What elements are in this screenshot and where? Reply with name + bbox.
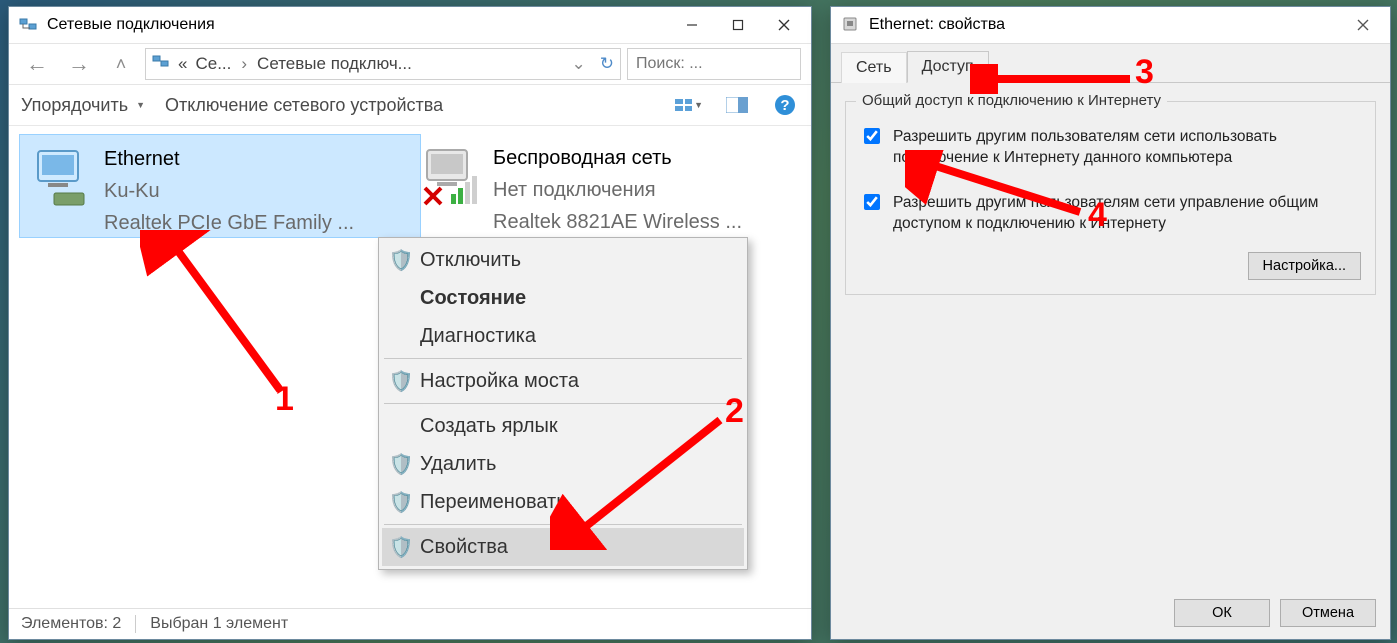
connection-status: Ku-Ku bbox=[104, 175, 354, 207]
ctx-bridge[interactable]: 🛡️Настройка моста bbox=[382, 362, 744, 400]
allow-control-checkbox[interactable] bbox=[864, 194, 880, 210]
connection-adapter: Realtek PCIe GbE Family ... bbox=[104, 207, 354, 239]
tab-strip: Сеть Доступ bbox=[831, 44, 1390, 83]
search-input[interactable] bbox=[634, 54, 845, 74]
ctx-properties[interactable]: 🛡️Свойства bbox=[382, 528, 744, 566]
ctx-disable[interactable]: 🛡️Отключить bbox=[382, 241, 744, 279]
status-selected: Выбран 1 элемент bbox=[150, 615, 288, 633]
view-options-button[interactable]: ▼ bbox=[675, 92, 703, 118]
status-bar: Элементов: 2 Выбран 1 элемент bbox=[9, 608, 811, 639]
ethernet-properties-window: Ethernet: свойства Сеть Доступ Общий дос… bbox=[830, 6, 1391, 640]
ctx-delete[interactable]: 🛡️Удалить bbox=[382, 445, 744, 483]
shield-icon: 🛡️ bbox=[390, 490, 412, 515]
search-box[interactable]: 🔍 bbox=[627, 48, 801, 80]
groupbox-title: Общий доступ к подключению к Интернету bbox=[856, 92, 1167, 109]
svg-text:?: ? bbox=[780, 97, 789, 114]
help-button[interactable]: ? bbox=[771, 92, 799, 118]
breadcrumb-ellipsis[interactable]: « bbox=[178, 54, 187, 74]
wireless-adapter-icon bbox=[419, 140, 487, 212]
chevron-down-icon: ▼ bbox=[694, 100, 703, 110]
window-title: Ethernet: свойства bbox=[869, 16, 1340, 34]
window-title: Сетевые подключения bbox=[47, 16, 669, 34]
sharing-panel: Общий доступ к подключению к Интернету Р… bbox=[831, 83, 1390, 629]
titlebar: Ethernet: свойства bbox=[831, 7, 1390, 44]
maximize-button[interactable] bbox=[715, 9, 761, 41]
tab-network[interactable]: Сеть bbox=[841, 52, 907, 83]
allow-control-label: Разрешить другим пользователям сети упра… bbox=[893, 192, 1361, 234]
dialog-buttons: ОК Отмена bbox=[1174, 599, 1376, 627]
close-button[interactable] bbox=[761, 9, 807, 41]
allow-sharing-checkbox-row[interactable]: Разрешить другим пользователям сети испо… bbox=[860, 126, 1361, 168]
preview-pane-button[interactable] bbox=[723, 92, 751, 118]
shield-icon: 🛡️ bbox=[390, 369, 412, 394]
ctx-shortcut[interactable]: Создать ярлык bbox=[382, 407, 744, 445]
shield-icon: 🛡️ bbox=[390, 535, 412, 560]
allow-control-checkbox-row[interactable]: Разрешить другим пользователям сети упра… bbox=[860, 192, 1361, 234]
shield-icon: 🛡️ bbox=[390, 452, 412, 477]
chevron-down-icon: ▼ bbox=[136, 100, 145, 110]
navigation-bar: ← → ˄ « Се... › Сетевые подключ... ⌄ ↻ 🔍 bbox=[9, 44, 811, 85]
ics-groupbox: Общий доступ к подключению к Интернету Р… bbox=[845, 101, 1376, 295]
network-connections-icon bbox=[152, 54, 170, 75]
shield-icon: 🛡️ bbox=[390, 248, 412, 273]
ethernet-icon bbox=[841, 16, 859, 34]
close-button[interactable] bbox=[1340, 9, 1386, 41]
ctx-status[interactable]: Состояние bbox=[382, 279, 744, 317]
organize-button[interactable]: Упорядочить▼ bbox=[21, 95, 145, 116]
breadcrumb-sep: › bbox=[239, 54, 249, 74]
cancel-button[interactable]: Отмена bbox=[1280, 599, 1376, 627]
disable-device-button[interactable]: Отключение сетевого устройства bbox=[165, 95, 443, 116]
address-bar[interactable]: « Се... › Сетевые подключ... ⌄ ↻ bbox=[145, 48, 621, 80]
refresh-icon[interactable]: ↻ bbox=[600, 54, 614, 74]
connection-status: Нет подключения bbox=[493, 174, 742, 206]
status-item-count: Элементов: 2 bbox=[21, 615, 121, 633]
ok-button[interactable]: ОК bbox=[1174, 599, 1270, 627]
ethernet-adapter-icon bbox=[30, 141, 98, 213]
titlebar: Сетевые подключения bbox=[9, 7, 811, 44]
command-bar: Упорядочить▼ Отключение сетевого устройс… bbox=[9, 85, 811, 126]
ctx-diagnose[interactable]: Диагностика bbox=[382, 317, 744, 355]
connection-name: Ethernet bbox=[104, 143, 354, 175]
forward-button[interactable]: → bbox=[61, 48, 97, 80]
breadcrumb-part[interactable]: Се... bbox=[195, 54, 231, 74]
connection-ethernet[interactable]: Ethernet Ku-Ku Realtek PCIe GbE Family .… bbox=[19, 134, 421, 238]
connection-name: Беспроводная сеть bbox=[493, 142, 742, 174]
tab-sharing[interactable]: Доступ bbox=[907, 51, 989, 83]
breadcrumb-part[interactable]: Сетевые подключ... bbox=[257, 54, 412, 74]
dropdown-icon[interactable]: ⌄ bbox=[572, 54, 586, 74]
up-button[interactable]: ˄ bbox=[103, 48, 139, 80]
allow-sharing-label: Разрешить другим пользователям сети испо… bbox=[893, 126, 1361, 168]
connection-adapter: Realtek 8821AE Wireless ... bbox=[493, 206, 742, 238]
allow-sharing-checkbox[interactable] bbox=[864, 128, 880, 144]
settings-button[interactable]: Настройка... bbox=[1248, 252, 1361, 280]
network-connections-icon bbox=[19, 16, 37, 34]
back-button[interactable]: ← bbox=[19, 48, 55, 80]
minimize-button[interactable] bbox=[669, 9, 715, 41]
ctx-rename[interactable]: 🛡️Переименовать bbox=[382, 483, 744, 521]
connection-wireless[interactable]: Беспроводная сеть Нет подключения Realte… bbox=[409, 134, 809, 236]
context-menu: 🛡️Отключить Состояние Диагностика 🛡️Наст… bbox=[378, 237, 748, 570]
